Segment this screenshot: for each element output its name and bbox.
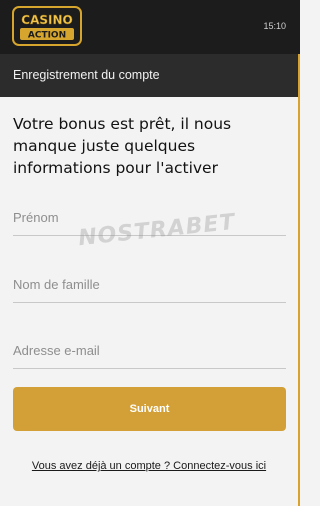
- last-name-field[interactable]: [13, 267, 286, 302]
- svg-text:ACTION: ACTION: [28, 31, 66, 41]
- login-link[interactable]: Vous avez déjà un compte ? Connectez-vou…: [0, 460, 298, 472]
- registration-form: Votre bonus est prêt, il nous manque jus…: [0, 97, 298, 506]
- first-name-field[interactable]: [13, 200, 286, 235]
- registration-page: CASINO ACTION 15:10 Enregistrement du co…: [0, 0, 300, 506]
- last-name-field-wrapper: [13, 267, 286, 303]
- page-title: Enregistrement du compte: [13, 68, 160, 82]
- status-time: 15:10: [263, 21, 286, 31]
- page-header: Enregistrement du compte: [0, 54, 298, 97]
- email-field[interactable]: [13, 333, 286, 368]
- svg-text:CASINO: CASINO: [21, 13, 72, 27]
- logo-graphic: CASINO ACTION: [12, 6, 82, 46]
- email-field-wrapper: [13, 333, 286, 369]
- first-name-field-wrapper: [13, 200, 286, 236]
- top-app-bar: CASINO ACTION 15:10: [0, 0, 300, 54]
- bonus-headline: Votre bonus est prêt, il nous manque jus…: [13, 115, 232, 177]
- accent-edge: [298, 54, 300, 506]
- casino-action-logo[interactable]: CASINO ACTION: [12, 6, 82, 46]
- next-button[interactable]: Suivant: [13, 387, 286, 431]
